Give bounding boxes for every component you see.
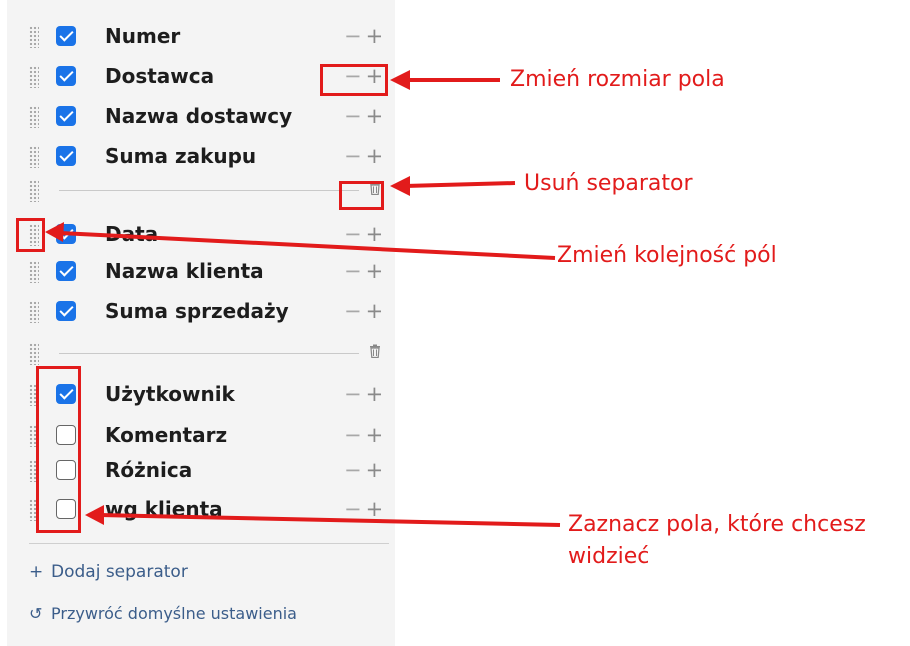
annotation-remove-separator: Usuń separator bbox=[524, 171, 693, 196]
annotation-resize: Zmień rozmiar pola bbox=[510, 67, 725, 92]
annotation-select-fields: Zaznacz pola, które chcesz widzieć bbox=[568, 509, 866, 573]
annotation-select-line2: widzieć bbox=[568, 543, 650, 569]
annotation-select-line1: Zaznacz pola, które chcesz bbox=[568, 512, 866, 537]
annotation-reorder: Zmień kolejność pól bbox=[557, 243, 777, 268]
